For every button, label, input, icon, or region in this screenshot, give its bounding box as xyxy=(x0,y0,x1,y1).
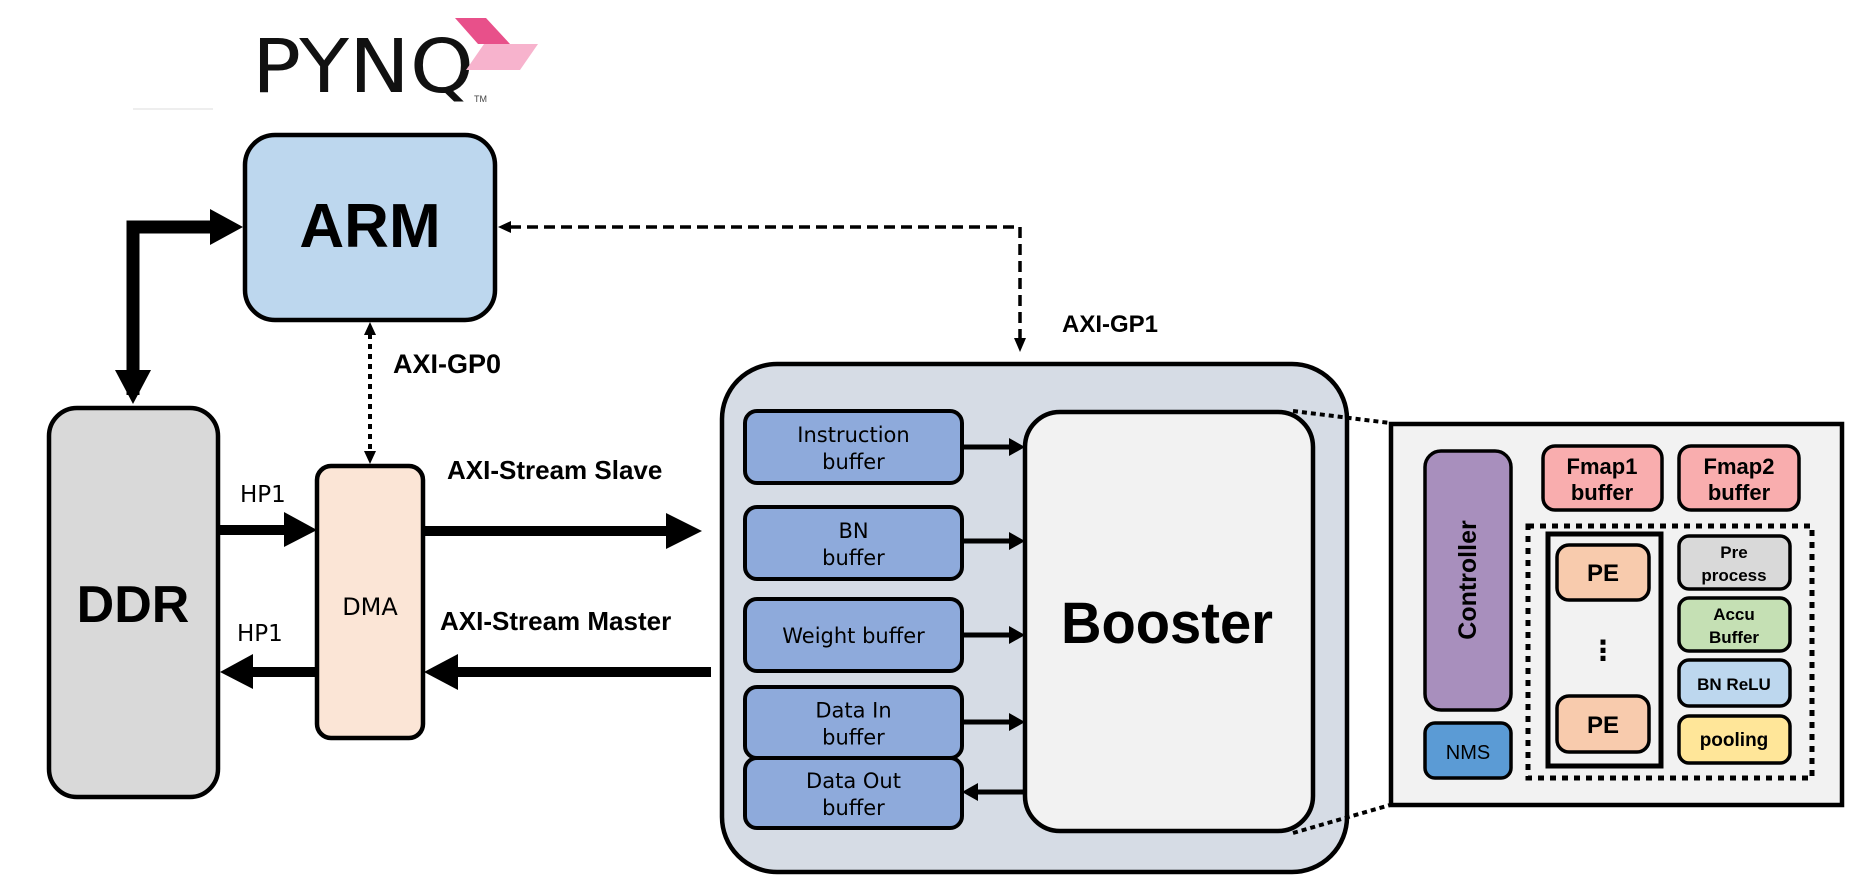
booster-block[interactable]: Booster xyxy=(1022,409,1316,834)
architecture-diagram: PYNQ TM ARM AXI-GP1 AXI-GP0 DDR DMA HP1 … xyxy=(46,18,1845,875)
controller-block[interactable]: Controller xyxy=(1423,449,1513,712)
dma-label: DMA xyxy=(342,593,398,621)
pooling-block[interactable]: pooling xyxy=(1677,714,1792,765)
controller-label: Controller xyxy=(1454,520,1482,640)
axi-stream-master-link: AXI-Stream Master xyxy=(424,606,711,690)
pe-block-bottom[interactable]: PE xyxy=(1555,694,1651,754)
buffer-label: Weight buffer xyxy=(782,624,925,648)
buffer-label: buffer xyxy=(822,726,885,750)
pe-ellipsis: ⋮ xyxy=(1589,635,1617,666)
pynq-logo: PYNQ TM xyxy=(252,18,538,110)
fmap2-buffer[interactable]: Fmap2 buffer xyxy=(1677,444,1801,512)
accu-line2: Buffer xyxy=(1709,628,1759,647)
arrowhead-to-arm-icon xyxy=(210,209,243,245)
axi-stream-slave-label: AXI-Stream Slave xyxy=(447,455,662,485)
fmap2-line1: Fmap2 xyxy=(1704,454,1775,479)
buffer-block[interactable]: Data In buffer xyxy=(743,685,964,760)
buffer-label: BN xyxy=(838,519,868,543)
buffer-label: Data In xyxy=(815,699,891,723)
booster-detail-panel: Controller NMS Fmap1 buffer Fmap2 buffer… xyxy=(1388,421,1845,808)
accu-line1: Accu xyxy=(1713,605,1755,624)
axi-gp0-link: AXI-GP0 xyxy=(364,322,501,464)
buffer-block[interactable]: Instruction buffer xyxy=(743,409,964,485)
axi-stream-master-label: AXI-Stream Master xyxy=(440,606,671,636)
fmap1-line1: Fmap1 xyxy=(1567,454,1638,479)
booster-label: Booster xyxy=(1061,591,1273,656)
arrowhead-to-accelerator-icon xyxy=(666,513,702,549)
buffer-label: buffer xyxy=(822,796,885,820)
bn-relu-block[interactable]: BN ReLU xyxy=(1677,658,1792,708)
arrowhead-to-arm-icon xyxy=(364,322,376,335)
fmap1-line2: buffer xyxy=(1571,480,1634,505)
dma-block[interactable]: DMA xyxy=(314,463,426,741)
buffer-label: Instruction xyxy=(797,423,909,447)
fmap1-buffer[interactable]: Fmap1 buffer xyxy=(1541,444,1664,512)
axi-gp0-label: AXI-GP0 xyxy=(393,349,501,379)
pooling-label: pooling xyxy=(1700,730,1769,751)
buffer-block[interactable]: BN buffer xyxy=(743,505,964,581)
logo-text: PYNQ xyxy=(252,24,474,110)
logo-chevron-light-icon xyxy=(466,44,538,70)
nms-label: NMS xyxy=(1446,742,1490,764)
buffer-block[interactable]: Data Out buffer xyxy=(743,756,964,830)
preprocess-block[interactable]: Pre process xyxy=(1677,534,1792,591)
arrowhead-to-dma-icon xyxy=(364,451,376,464)
arrowhead-to-arm-icon xyxy=(498,221,511,233)
hp1-out-link: HP1 xyxy=(220,621,317,689)
ddr-label: DDR xyxy=(77,576,190,634)
arrowhead-to-ddr-icon xyxy=(220,654,253,689)
arm-ddr-connector xyxy=(115,209,243,404)
axi-stream-slave-link: AXI-Stream Slave xyxy=(423,455,702,549)
nms-block[interactable]: NMS xyxy=(1423,721,1513,780)
arrowhead-to-ddr-icon xyxy=(115,370,151,404)
buffer-label: Data Out xyxy=(806,769,901,793)
hp1-in-label: HP1 xyxy=(240,482,286,508)
buffer-label: buffer xyxy=(822,546,885,570)
hp1-in-link: HP1 xyxy=(218,482,317,547)
pe-block-top[interactable]: PE xyxy=(1555,543,1651,602)
buffer-block[interactable]: Weight buffer xyxy=(743,597,964,673)
arrowhead-to-accelerator-icon xyxy=(1014,338,1026,352)
arm-label: ARM xyxy=(299,192,440,261)
logo-trademark: TM xyxy=(474,94,487,104)
axi-gp1-link: AXI-GP1 xyxy=(498,221,1158,352)
preprocess-line1: Pre xyxy=(1720,543,1747,562)
hp1-out-label: HP1 xyxy=(237,621,283,647)
preprocess-line2: process xyxy=(1701,566,1766,585)
arrowhead-to-dma-icon xyxy=(284,512,317,547)
arm-block[interactable]: ARM xyxy=(242,132,498,323)
pe-top-label: PE xyxy=(1587,560,1619,587)
buffer-label: buffer xyxy=(822,450,885,474)
pe-bottom-label: PE xyxy=(1587,712,1619,739)
fmap2-line2: buffer xyxy=(1708,480,1771,505)
arrowhead-to-dma-icon xyxy=(424,654,458,690)
bn-relu-label: BN ReLU xyxy=(1697,675,1771,694)
accu-buffer-block[interactable]: Accu Buffer xyxy=(1677,596,1792,653)
ddr-block[interactable]: DDR xyxy=(46,405,221,800)
axi-gp1-label: AXI-GP1 xyxy=(1062,311,1158,338)
